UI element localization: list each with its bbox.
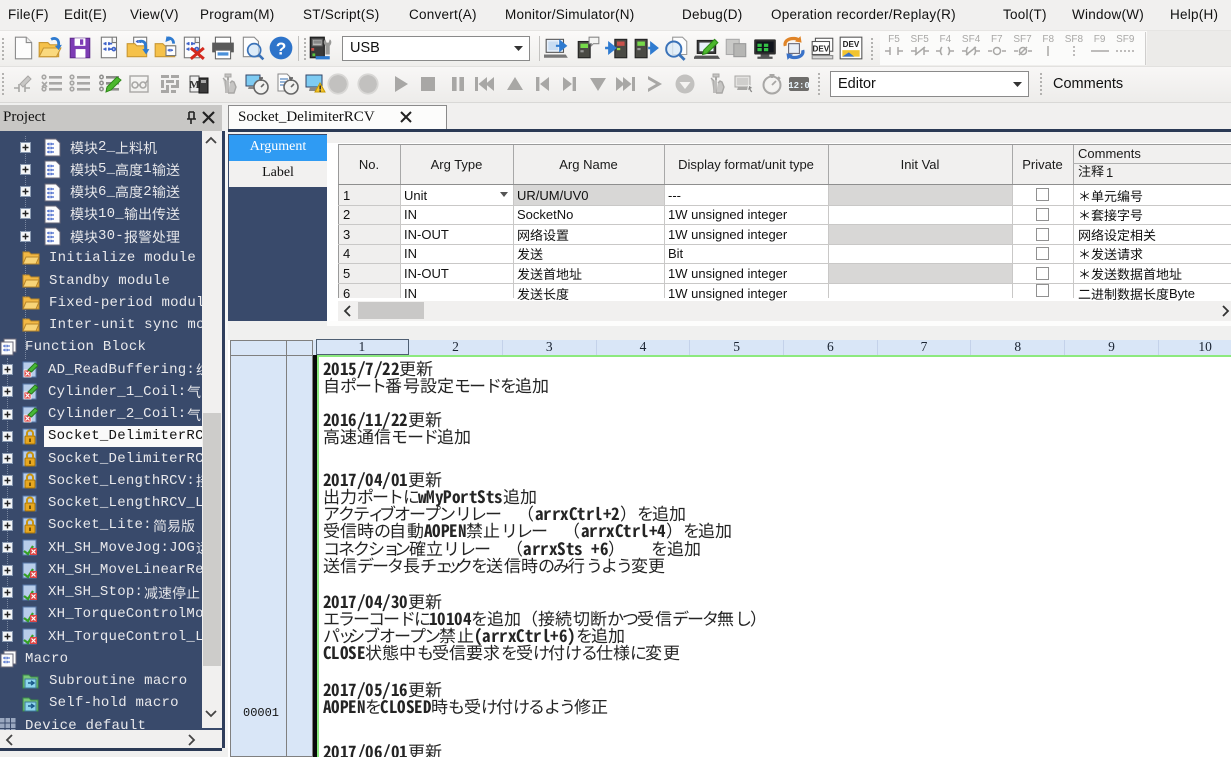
svg-text:DEV: DEV	[812, 44, 829, 53]
svg-text:?: ?	[276, 39, 287, 59]
svg-text:DEV: DEV	[843, 40, 860, 49]
svg-text:12:0: 12:0	[788, 81, 810, 91]
